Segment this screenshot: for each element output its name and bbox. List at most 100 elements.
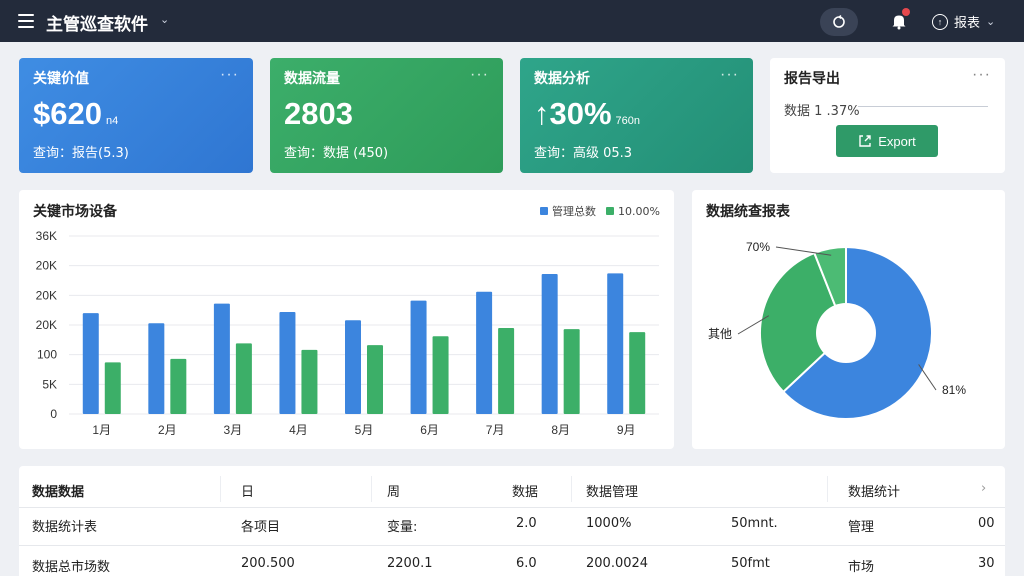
kpi-subtitle: 查询：数据 (450) <box>284 146 389 161</box>
table-cell: 2.0 <box>516 516 537 531</box>
kpi-card-data-analysis[interactable]: 数据分析 ··· ↑30% 760n 查询：高级 05.3 <box>520 58 753 173</box>
table-cell: 数据总市场数 <box>32 560 111 575</box>
kpi-title: 数据分析 <box>534 71 590 87</box>
divider-arrow <box>858 106 988 107</box>
x-tick-label: 6月 <box>420 423 439 437</box>
bar <box>301 349 318 414</box>
x-tick-label: 4月 <box>289 423 308 437</box>
bar <box>410 300 427 414</box>
pie-chart: 81% 其他 70% <box>708 240 966 420</box>
chevron-down-icon: ⌄ <box>986 16 996 28</box>
column-header[interactable]: 数据管理 <box>586 481 638 500</box>
column-header[interactable]: 数据数据 <box>32 481 84 500</box>
pie-label: 70% <box>746 240 770 254</box>
export-button-label: Export <box>878 133 916 149</box>
more-icon[interactable]: ··· <box>470 66 489 84</box>
x-tick-label: 9月 <box>617 423 636 437</box>
export-card: 报告导出 ··· 数据 1 .37% Export <box>770 58 1005 173</box>
menu-icon[interactable] <box>18 14 34 28</box>
table-cell: 变量: <box>387 520 418 535</box>
column-header[interactable]: 周 <box>387 481 400 500</box>
more-icon[interactable]: ··· <box>220 66 239 84</box>
x-tick-label: 8月 <box>551 423 570 437</box>
bar <box>148 323 165 414</box>
kpi-title: 数据流量 <box>284 71 340 87</box>
pie-label: 其他 <box>708 327 732 341</box>
x-tick-label: 3月 <box>224 423 243 437</box>
y-tick-label: 20K <box>36 288 57 302</box>
user-menu-label: 报表 <box>954 15 981 30</box>
y-tick-label: 0 <box>50 407 57 421</box>
pie-leader-line <box>918 364 937 391</box>
pie-chart-panel: 数据统查报表 81% 其他 70% <box>692 190 1005 449</box>
divider <box>220 476 221 502</box>
donut-hole <box>816 303 876 363</box>
table-cell: 6.0 <box>516 556 537 571</box>
top-bar: 主管巡查软件 ⌄ ↑ 报表 ⌄ <box>0 0 1024 42</box>
column-header[interactable]: 数据 <box>512 481 538 500</box>
bar <box>476 291 493 414</box>
divider <box>371 476 372 502</box>
table-row[interactable]: 数据统计表 各项目 变量: 2.0 1000% 50mnt. 管理 00 <box>19 506 1005 540</box>
user-menu[interactable]: ↑ 报表 ⌄ <box>932 12 995 31</box>
refresh-icon <box>833 14 845 28</box>
chevron-down-icon[interactable]: ⌄ <box>160 13 169 26</box>
data-table: 数据数据 日 周 数据 数据管理 数据统计 › 数据统计表 各项目 变量: 2.… <box>19 466 1005 576</box>
export-card-info: 数据 1 .37% <box>784 104 860 119</box>
kpi-value: 2803 <box>284 96 353 131</box>
table-cell: 管理 <box>848 520 875 535</box>
kpi-value: ↑30% 760n <box>534 96 641 131</box>
user-icon: ↑ <box>932 13 948 30</box>
bar <box>279 311 296 414</box>
table-cell: 50fmt <box>731 556 770 571</box>
table-cell: 00 <box>978 516 995 531</box>
column-header[interactable]: 日 <box>241 481 254 500</box>
table-cell: 30 <box>978 556 995 571</box>
y-tick-label: 20K <box>36 259 57 273</box>
table-row[interactable]: 数据总市场数 200.500 2200.1 6.0 200.0024 50fmt… <box>19 545 1005 576</box>
bar <box>541 273 558 414</box>
bar <box>235 343 252 414</box>
table-cell: 1000% <box>586 516 632 531</box>
more-icon[interactable]: ··· <box>972 66 991 84</box>
export-card-title: 报告导出 <box>784 71 840 87</box>
search-button[interactable] <box>820 8 858 36</box>
column-header[interactable]: 数据统计 <box>848 481 900 500</box>
bar <box>629 332 646 414</box>
y-tick-label: 36K <box>36 229 57 243</box>
bar <box>104 362 121 414</box>
y-tick-label: 20K <box>36 318 57 332</box>
x-tick-label: 7月 <box>486 423 505 437</box>
kpi-card-data-flow[interactable]: 数据流量 ··· 2803 查询：数据 (450) <box>270 58 503 173</box>
kpi-card-key-value[interactable]: 关键价值 ··· $620 n4 查询：报告(5.3) <box>19 58 253 173</box>
bar <box>607 273 624 414</box>
bar-chart-panel: 关键市场设备 管理总数 10.00% 36K 20K 20K 20K 100 5K 0 1月 2… <box>19 190 674 449</box>
y-tick-label: 5K <box>42 377 57 391</box>
more-icon[interactable]: ··· <box>720 66 739 84</box>
bar <box>345 320 361 414</box>
export-icon <box>859 135 871 147</box>
divider <box>571 476 572 502</box>
bar <box>367 345 383 414</box>
bar <box>170 358 187 414</box>
app-title: 主管巡查软件 <box>46 15 148 35</box>
notification-dot <box>902 8 910 16</box>
x-tick-label: 2月 <box>158 423 177 437</box>
table-cell: 市场 <box>848 560 875 575</box>
table-cell: 2200.1 <box>387 556 433 571</box>
divider <box>827 476 828 502</box>
bar <box>498 327 515 414</box>
table-header: 数据数据 日 周 数据 数据管理 数据统计 › <box>19 470 1005 508</box>
table-cell: 200.500 <box>241 556 295 571</box>
bar <box>432 336 449 414</box>
kpi-value: $620 n4 <box>33 96 119 131</box>
pie-label: 81% <box>942 383 966 397</box>
table-cell: 各项目 <box>241 520 281 535</box>
bar <box>82 313 99 414</box>
table-cell: 50mnt. <box>731 516 778 531</box>
kpi-subtitle: 查询：报告(5.3) <box>33 146 129 161</box>
kpi-title: 关键价值 <box>33 71 89 87</box>
chevron-right-icon[interactable]: › <box>981 481 986 496</box>
export-button[interactable]: Export <box>836 125 938 157</box>
table-cell: 200.0024 <box>586 556 649 571</box>
